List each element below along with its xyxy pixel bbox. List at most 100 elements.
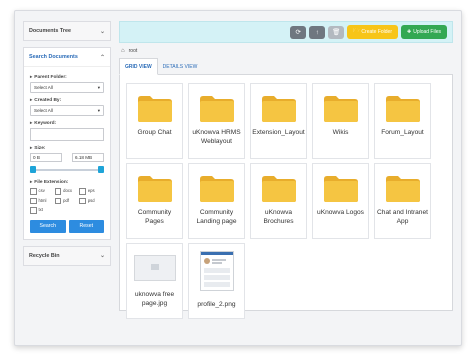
folder-item[interactable]: Community Pages [126,163,183,239]
parent-folder-select[interactable]: Select All ▾ [30,82,104,93]
dropdown-arrow-icon: ▾ [97,84,100,90]
documents-tree-panel[interactable]: Documents Tree ⌄ [23,21,111,41]
item-name: Community Landing page [196,209,237,225]
up-button[interactable]: ↑ [309,25,326,39]
checkbox[interactable] [79,197,86,204]
image-thumbnail [133,255,176,281]
size-range-inputs: 0 B 6.18 MB [30,153,104,162]
dropdown-arrow-icon: ▾ [97,107,100,113]
checkbox[interactable] [30,188,37,195]
checkbox[interactable] [30,207,37,214]
tab-details-view[interactable]: DETAILS VIEW [158,59,203,74]
file-grid: Group Chat uKnowva HRMS Weblayout Extensio… [126,83,446,319]
folder-item[interactable]: Forum_Layout [374,83,431,159]
checkbox[interactable] [79,188,86,195]
reset-button[interactable]: Reset [68,219,104,233]
chevron-up-icon[interactable]: ⌃ [100,54,105,61]
caret-right-icon: ▸ [30,179,33,184]
item-name: profile_2.png [197,301,236,308]
folder-item[interactable]: Group Chat [126,83,183,159]
caret-right-icon: ▸ [30,74,33,79]
folder-icon [137,96,172,122]
size-max-field[interactable]: 6.18 MB [72,153,104,162]
folder-icon [323,176,358,202]
created-by-label: ▸ Created By: [30,97,62,103]
recycle-bin-title: Recycle Bin [29,252,60,259]
chevron-down-icon[interactable]: ⌄ [100,28,105,35]
folder-icon [385,176,420,202]
created-by-select[interactable]: Select All ▾ [30,105,104,116]
size-label: ▸ Size: [30,145,46,151]
checkbox[interactable] [30,197,37,204]
caret-right-icon: ▸ [30,97,33,102]
search-form: ▸ Parent Folder: Select All ▾ ▸ Created … [24,67,110,239]
folder-item[interactable]: uKnowva HRMS Weblayout [188,83,245,159]
folder-plus-icon: 🗁 [353,28,360,34]
slider-min-handle[interactable] [30,166,36,173]
delete-button[interactable]: 🗑 [328,25,345,39]
ext-option-docx[interactable]: docx [54,188,80,195]
main-content: ⟳ ↑ 🗑 🗁 Create Folder ✚ Upload Files ⌂ r… [119,21,453,319]
create-folder-button[interactable]: 🗁 Create Folder [347,25,398,39]
folder-icon [137,176,172,202]
slider-track [32,169,102,171]
folder-item[interactable]: Chat and Intranet App [374,163,431,239]
breadcrumb-root[interactable]: root [129,48,138,54]
tab-grid-view[interactable]: GRID VIEW [119,58,158,75]
item-name: Extension_Layout [252,129,305,136]
ext-option-txt[interactable]: txt [30,207,55,214]
item-name: uKnowva HRMS Weblayout [192,129,241,145]
folder-icon [261,96,296,122]
search-documents-header[interactable]: Search Documents ⌃ [24,48,110,67]
recycle-bin-panel[interactable]: Recycle Bin ⌄ [23,245,111,266]
search-button[interactable]: Search [30,219,66,233]
documents-tree-header[interactable]: Documents Tree ⌄ [24,22,110,40]
folder-item[interactable]: uKnowva Logos [312,163,369,239]
keyword-input[interactable] [30,128,104,141]
folder-item[interactable]: Wikis [312,83,369,159]
search-documents-title: Search Documents [29,54,78,60]
checkbox[interactable] [54,188,62,195]
file-item[interactable]: uknowva free page.jpg [126,243,183,319]
slider-max-handle[interactable] [98,166,104,173]
breadcrumb: ⌂ root [119,43,453,58]
folder-icon [199,176,234,202]
arrow-up-icon: ↑ [315,28,319,36]
item-name: uknowva free page.jpg [134,291,175,307]
folder-item[interactable]: Community Landing page [188,163,245,239]
search-actions: Search Reset [30,219,104,233]
file-item[interactable]: profile_2.png [188,243,245,319]
ext-option-eps[interactable]: eps [79,188,104,195]
refresh-button[interactable]: ⟳ [290,25,307,39]
item-name: Forum_Layout [381,129,424,136]
size-slider[interactable] [30,165,104,175]
file-extension-options: csv docx eps html pdf psd txt [30,188,104,214]
item-name: uKnowva Brochures [263,209,294,225]
chevron-down-icon[interactable]: ⌄ [100,252,105,259]
view-tabs: GRID VIEW DETAILS VIEW [119,58,453,75]
sidebar: Documents Tree ⌄ Search Documents ⌃ ▸ Pa… [23,21,111,272]
upload-files-button[interactable]: ✚ Upload Files [401,25,447,39]
size-min-field[interactable]: 0 B [30,153,62,162]
refresh-icon: ⟳ [295,29,301,36]
caret-right-icon: ▸ [30,145,33,150]
toolbar: ⟳ ↑ 🗑 🗁 Create Folder ✚ Upload Files [119,21,453,43]
item-name: Chat and Intranet App [377,209,428,225]
folder-item[interactable]: uKnowva Brochures [250,163,307,239]
keyword-label: ▸ Keyword: [30,120,57,126]
app-window: Documents Tree ⌄ Search Documents ⌃ ▸ Pa… [14,10,462,346]
caret-right-icon: ▸ [30,120,33,125]
ext-option-html[interactable]: html [30,197,55,204]
home-icon[interactable]: ⌂ [121,48,125,54]
ext-option-psd[interactable]: psd [79,197,104,204]
trash-icon: 🗑 [332,29,341,36]
checkbox[interactable] [54,197,62,204]
item-name: Community Pages [137,209,172,225]
item-name: uKnowva Logos [317,209,364,216]
ext-option-pdf[interactable]: pdf [54,197,80,204]
ext-option-csv[interactable]: csv [30,188,55,195]
recycle-bin-header[interactable]: Recycle Bin ⌄ [24,246,110,265]
folder-icon [261,176,296,202]
folder-item[interactable]: Extension_Layout [250,83,307,159]
file-grid-area: Group Chat uKnowva HRMS Weblayout Extensio… [119,75,453,319]
